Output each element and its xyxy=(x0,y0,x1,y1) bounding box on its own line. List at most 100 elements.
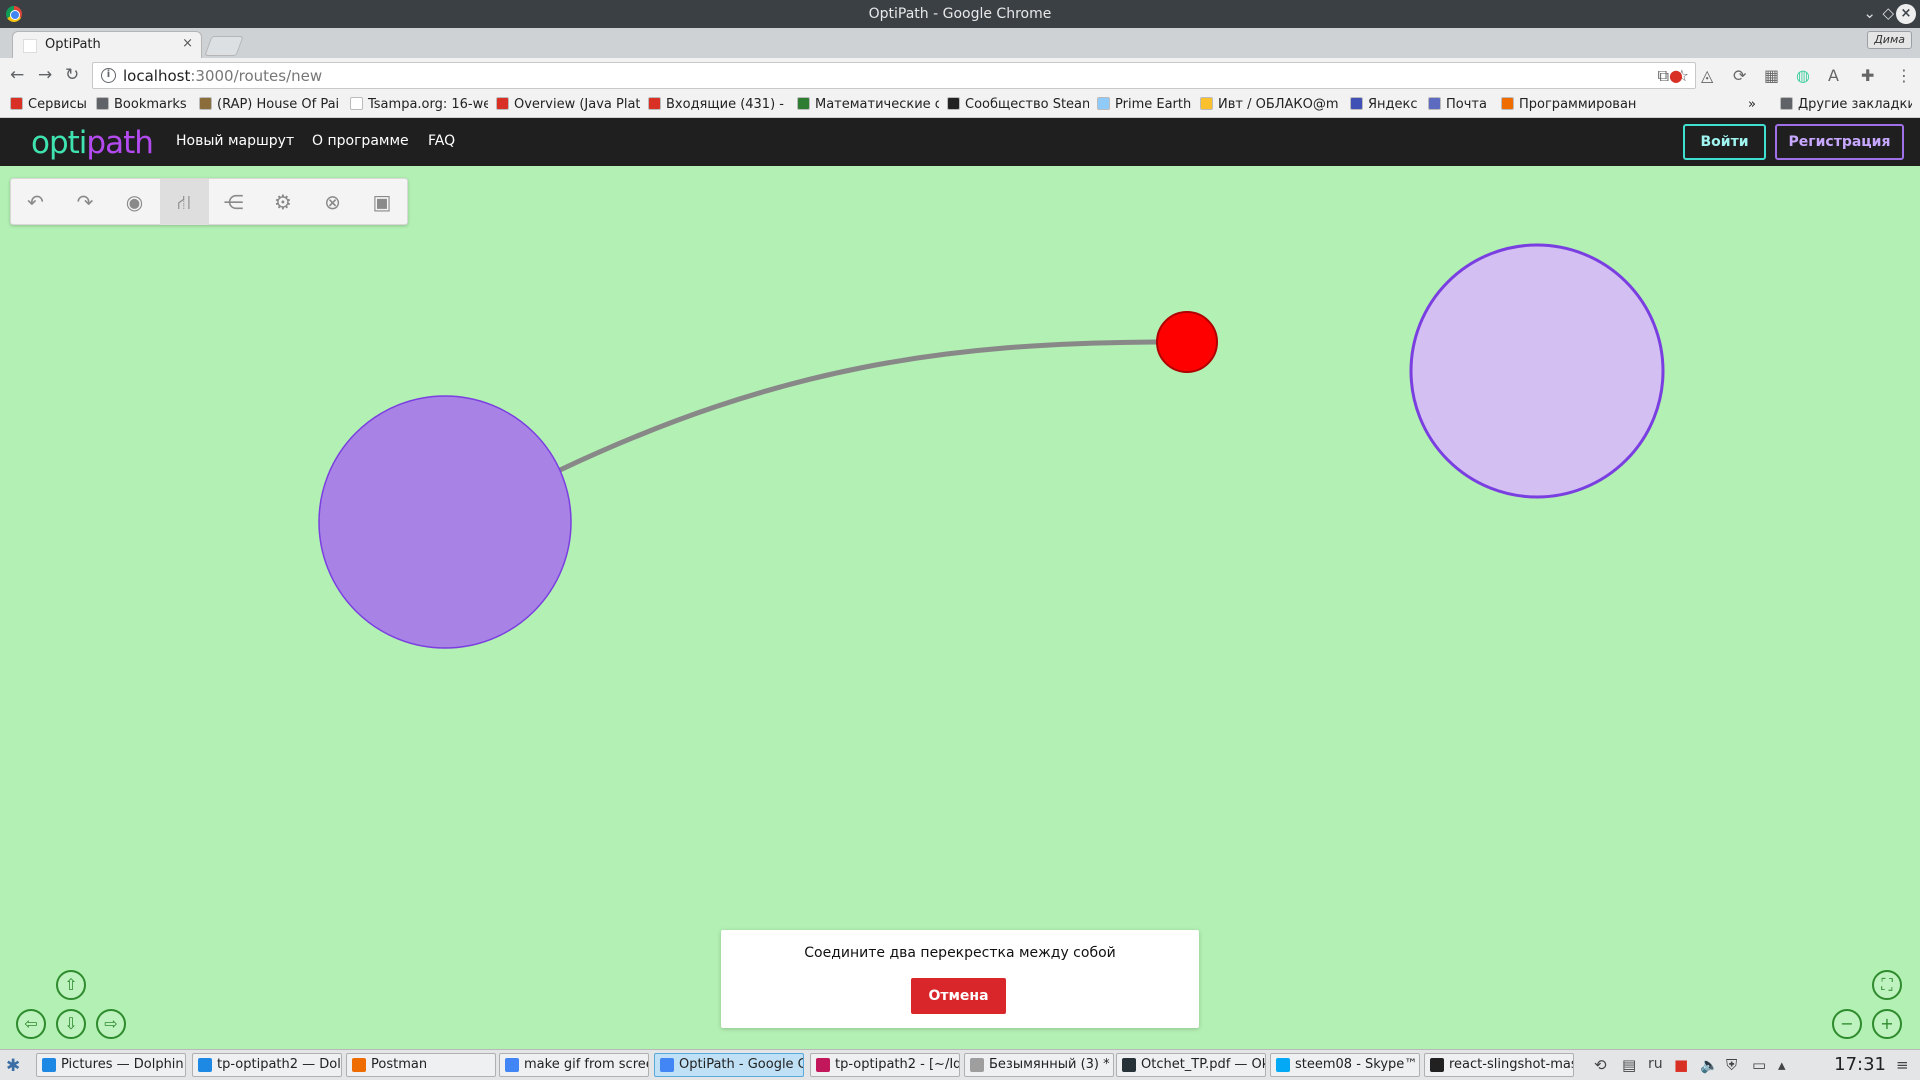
save-icon[interactable]: ▣ xyxy=(358,179,407,225)
zoom-in-icon[interactable]: + xyxy=(1872,1009,1902,1039)
volume-icon[interactable]: 🔈 xyxy=(1700,1056,1719,1074)
cancel-button[interactable]: Отмена xyxy=(911,978,1006,1014)
nav-new-route[interactable]: Новый маршрут xyxy=(176,133,294,149)
address-bar[interactable]: i localhost:3000/routes/new ⧉ ☆ xyxy=(92,62,1696,89)
shield-icon[interactable]: ⛨ xyxy=(1726,1056,1737,1074)
taskbar-task[interactable]: tp-optipath2 — Dolp xyxy=(192,1053,342,1077)
bookmark-icon xyxy=(496,97,509,110)
menu-dots-icon[interactable]: ⋮ xyxy=(1896,66,1912,85)
nav-faq[interactable]: FAQ xyxy=(428,133,455,149)
extension-vpn-icon[interactable]: ◬ xyxy=(1701,66,1713,85)
tab-close-icon[interactable]: × xyxy=(182,36,193,51)
bookmark-item[interactable]: (RAP) House Of Pai xyxy=(199,97,339,112)
extension-color-icon[interactable]: ◍ xyxy=(1796,66,1810,85)
tab-optipath[interactable]: OptiPath × xyxy=(12,31,202,58)
network-icon[interactable]: ⟲ xyxy=(1594,1056,1607,1074)
close-window-icon[interactable]: × xyxy=(1896,4,1916,24)
bookmark-icon xyxy=(1097,97,1110,110)
kde-launcher-icon[interactable]: ✱ xyxy=(6,1056,20,1076)
extension-font-icon[interactable]: A xyxy=(1828,66,1839,85)
bookmark-icon xyxy=(947,97,960,110)
road-icon[interactable]: ⛙ xyxy=(159,179,209,225)
editor-toolbar: ↶ ↷ ◉ ⛙ ⋲ ⚙ ⊗ ▣ xyxy=(10,178,408,225)
display-icon[interactable]: ▭ xyxy=(1752,1056,1766,1074)
node-icon[interactable]: ◉ xyxy=(110,179,159,225)
task-label: tp-optipath2 — Dolp xyxy=(217,1057,342,1072)
info-icon[interactable]: i xyxy=(101,68,116,83)
opera-icon[interactable]: ● xyxy=(1669,66,1683,85)
bookmark-icon xyxy=(1501,97,1514,110)
taskbar-task[interactable]: steem08 - Skype™ xyxy=(1270,1053,1420,1077)
bookmark-icon xyxy=(199,97,212,110)
taskbar-task[interactable]: Otchet_TP.pdf — Ok xyxy=(1116,1053,1266,1077)
task-icon xyxy=(660,1058,674,1072)
taskbar-task[interactable]: Pictures — Dolphin xyxy=(36,1053,186,1077)
taskbar-task[interactable]: make gif from scree xyxy=(499,1053,649,1077)
taskbar-menu-icon[interactable]: ≡ xyxy=(1896,1056,1909,1074)
taskbar-task[interactable]: OptiPath - Google C xyxy=(654,1053,804,1077)
task-label: Pictures — Dolphin xyxy=(61,1057,184,1072)
login-button[interactable]: Войти xyxy=(1683,124,1766,160)
instruction-panel: Соедините два перекрестка между собой От… xyxy=(721,930,1199,1028)
pan-left-icon[interactable]: ⇦ xyxy=(16,1009,46,1039)
bookmark-item[interactable]: Bookmarks xyxy=(96,97,187,112)
taskbar-task[interactable]: react-slingshot-mas xyxy=(1424,1053,1574,1077)
nav-about[interactable]: О программе xyxy=(312,133,409,149)
intersection-node-selected[interactable] xyxy=(318,395,572,649)
zoom-out-icon[interactable]: − xyxy=(1832,1009,1862,1039)
bookmark-item[interactable]: Overview (Java Plat xyxy=(496,97,640,112)
maximize-icon[interactable]: ◇ xyxy=(1882,4,1894,22)
reload-icon[interactable]: ↻ xyxy=(65,65,79,85)
redo-icon[interactable]: ↷ xyxy=(61,179,110,225)
bookmark-item[interactable]: » xyxy=(1748,97,1756,112)
new-tab-button[interactable] xyxy=(204,36,244,56)
pan-right-icon[interactable]: ⇨ xyxy=(96,1009,126,1039)
bookmark-item[interactable]: Ивт / ОБЛАКО@m xyxy=(1200,97,1339,112)
pan-down-icon[interactable]: ⇩ xyxy=(56,1009,86,1039)
taskbar-task[interactable]: Безымянный (3) * - xyxy=(964,1053,1114,1077)
share-icon[interactable]: ⋲ xyxy=(209,179,258,225)
fit-view-icon[interactable]: ⛶ xyxy=(1872,970,1902,1000)
route-point[interactable] xyxy=(1156,311,1218,373)
bookmark-item[interactable]: Математические с xyxy=(797,97,939,112)
profile-button[interactable]: Дима xyxy=(1867,31,1912,49)
optipath-logo[interactable]: optipath xyxy=(31,125,154,161)
bookmark-label: Bookmarks xyxy=(114,97,187,112)
tray-app-icon[interactable]: ■ xyxy=(1674,1056,1688,1074)
bookmark-item[interactable]: Программирован xyxy=(1501,97,1636,112)
bookmark-item[interactable]: Tsampa.org: 16-we xyxy=(350,97,488,112)
extensions-puzzle-icon[interactable]: ✚ xyxy=(1861,66,1874,85)
intersection-node[interactable] xyxy=(1409,243,1665,499)
window-titlebar: OptiPath - Google Chrome ⌄ ◇ × xyxy=(0,0,1920,28)
bookmark-item[interactable]: Другие закладки xyxy=(1780,97,1912,112)
bookmark-item[interactable]: Сервисы xyxy=(10,97,87,112)
extension-sync-icon[interactable]: ⟳ xyxy=(1733,66,1746,85)
tray-expand-icon[interactable]: ▴ xyxy=(1778,1056,1786,1074)
forward-icon[interactable]: → xyxy=(38,65,52,85)
bookmark-item[interactable]: Сообщество Stean xyxy=(947,97,1089,112)
edge-road[interactable] xyxy=(557,339,1160,473)
task-icon xyxy=(352,1058,366,1072)
bookmark-item[interactable]: Яндекс xyxy=(1350,97,1418,112)
translate-icon[interactable]: ⧉ xyxy=(1658,66,1669,86)
task-label: make gif from scree xyxy=(524,1057,649,1072)
taskbar-task[interactable]: Postman xyxy=(346,1053,496,1077)
undo-icon[interactable]: ↶ xyxy=(11,179,60,225)
bookmark-label: (RAP) House Of Pai xyxy=(217,97,339,112)
clipboard-icon[interactable]: ▤ xyxy=(1622,1056,1636,1074)
delete-icon[interactable]: ⊗ xyxy=(308,179,357,225)
bookmark-item[interactable]: Входящие (431) - e xyxy=(648,97,788,112)
register-button[interactable]: Регистрация xyxy=(1775,124,1904,160)
bookmark-item[interactable]: Почта xyxy=(1428,97,1487,112)
keyboard-layout[interactable]: ru xyxy=(1648,1056,1663,1072)
back-icon[interactable]: ← xyxy=(10,65,24,85)
map-canvas[interactable] xyxy=(0,166,1920,1049)
bookmark-icon xyxy=(1200,97,1213,110)
bookmark-item[interactable]: Prime Earth xyxy=(1097,97,1191,112)
pan-up-icon[interactable]: ⇧ xyxy=(56,970,86,1000)
settings-icon[interactable]: ⚙ xyxy=(259,179,308,225)
taskbar-task[interactable]: tp-optipath2 - [~/Ide xyxy=(810,1053,960,1077)
extension-grid-icon[interactable]: ▦ xyxy=(1764,66,1779,85)
map-svg[interactable] xyxy=(0,166,1920,1049)
minimize-icon[interactable]: ⌄ xyxy=(1863,4,1876,22)
